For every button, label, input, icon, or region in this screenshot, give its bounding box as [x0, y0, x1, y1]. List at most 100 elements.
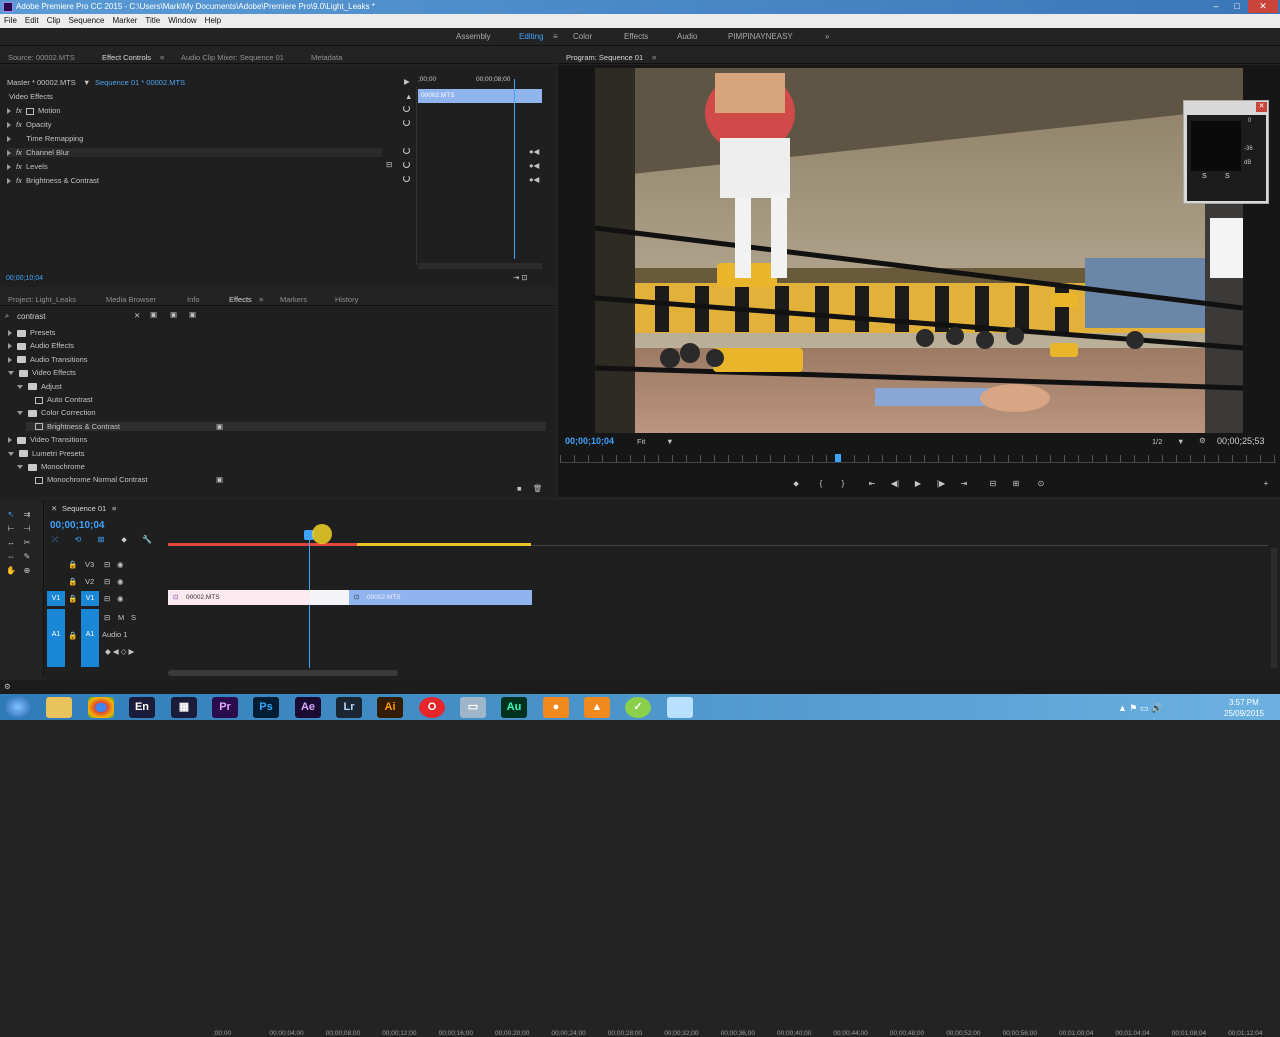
orange-app-icon[interactable]: ● [543, 697, 569, 718]
effects-tree-item[interactable]: Video Transitions [8, 435, 87, 444]
workspace-assembly[interactable]: Assembly [456, 32, 491, 41]
track-select-tool-icon[interactable]: ⇉ [22, 510, 32, 520]
play-button[interactable]: ▶ [913, 479, 923, 489]
effects-tree-item[interactable]: Monochrome [17, 462, 85, 471]
delete-icon[interactable]: 🗑 [533, 484, 543, 493]
expand-icon[interactable] [17, 411, 23, 416]
mark-out-button[interactable]: } [838, 479, 848, 489]
lock-icon[interactable]: 🔒 [68, 577, 77, 586]
encore-icon[interactable]: En [129, 697, 155, 718]
menu-window[interactable]: Window [164, 14, 200, 28]
track-v3-label[interactable]: V3 [85, 560, 94, 569]
reset-icon[interactable] [403, 105, 410, 112]
tab-effects[interactable]: Effects [229, 295, 252, 304]
tab-menu-icon[interactable]: ≡ [112, 504, 116, 513]
after-effects-icon[interactable]: Ae [295, 697, 321, 718]
effect-time-remapping[interactable]: Time Remapping [7, 134, 83, 143]
workspace-color[interactable]: Color [573, 32, 592, 41]
menu-marker[interactable]: Marker [109, 14, 142, 28]
accelerated-filter-icon[interactable]: ▣ [150, 310, 157, 319]
premiere-icon[interactable]: Pr [212, 697, 238, 718]
effects-tree-item[interactable]: Audio Effects [8, 341, 74, 350]
effects-tree-item[interactable]: Lumetri Presets [8, 449, 85, 458]
go-to-in-button[interactable]: ⇤ [867, 479, 877, 489]
rolling-edit-tool-icon[interactable]: ⊣ [22, 524, 32, 534]
effects-tree-item[interactable]: Color Correction [17, 408, 96, 417]
ec-clip-bar[interactable]: 00002.MTS [418, 89, 542, 103]
tab-media-browser[interactable]: Media Browser [106, 295, 156, 304]
clear-search-icon[interactable]: ✕ [134, 311, 140, 320]
tab-metadata[interactable]: Metadata [311, 53, 342, 62]
add-marker-button[interactable]: ⬥ [791, 479, 801, 489]
work-area-bar[interactable] [168, 543, 531, 546]
explorer-icon[interactable] [46, 697, 72, 718]
effects-tree-item[interactable]: Audio Transitions [8, 355, 88, 364]
export-frame-button[interactable]: ⊙ [1036, 479, 1046, 489]
32bit-filter-icon[interactable]: ▣ [170, 310, 177, 319]
source-patch-a1[interactable]: A1 [47, 609, 65, 667]
close-button[interactable]: ✕ [1248, 0, 1278, 13]
expand-icon[interactable] [8, 330, 12, 337]
clock-date[interactable]: 25/09/2015 [1224, 709, 1264, 718]
expand-icon[interactable] [7, 178, 11, 185]
reset-icon[interactable] [403, 147, 410, 154]
keyframe-nav-icon[interactable]: ◆ ◀ ◇ ▶ [105, 647, 134, 656]
settings-wrench-icon[interactable]: ⚙ [1199, 436, 1206, 445]
step-forward-button[interactable]: |▶ [936, 479, 946, 489]
tab-markers[interactable]: Markers [280, 295, 307, 304]
nest-icon[interactable]: ⊠ [96, 535, 106, 545]
window-icon[interactable]: ▭ [460, 697, 486, 718]
menu-title[interactable]: Title [141, 14, 164, 28]
extract-button[interactable]: ⊞ [1011, 479, 1021, 489]
audio-meter-window[interactable]: ✕ 0 -36 dB S S [1183, 100, 1269, 204]
tab-project[interactable]: Project: Light_Leaks [8, 295, 76, 304]
snap-icon[interactable]: ⤫ [50, 535, 60, 545]
blue-app-icon[interactable] [667, 697, 693, 718]
tab-info[interactable]: Info [187, 295, 200, 304]
workspace-overflow-icon[interactable]: » [825, 32, 829, 41]
expand-icon[interactable] [8, 451, 14, 456]
expand-icon[interactable] [7, 164, 11, 171]
expand-icon[interactable] [8, 371, 14, 376]
lock-icon[interactable]: 🔒 [68, 560, 77, 569]
sync-lock-icon[interactable]: ⊟ [104, 613, 110, 622]
master-clip-label[interactable]: Master * 00002.MTS [7, 78, 76, 87]
reset-icon[interactable] [403, 119, 410, 126]
photoshop-icon[interactable]: Ps [253, 697, 279, 718]
close-icon[interactable]: ✕ [1256, 102, 1267, 112]
sequence-timecode[interactable]: 00;00;10;04 [50, 520, 104, 531]
ec-playhead[interactable] [514, 79, 515, 259]
tab-effect-controls[interactable]: Effect Controls [102, 53, 151, 62]
button-editor-button[interactable]: + [1261, 479, 1271, 489]
expand-icon[interactable] [7, 108, 11, 115]
zoom-tool-icon[interactable]: ⊕ [22, 566, 32, 576]
lock-icon[interactable]: 🔒 [68, 631, 77, 640]
keyframe-nav-icon[interactable]: ●◀ [529, 161, 539, 170]
collapse-icon[interactable]: ▲ [405, 92, 412, 101]
selection-tool-icon[interactable]: ↖ [6, 510, 16, 520]
new-bin-icon[interactable]: ■ [517, 484, 522, 493]
solo-right-button[interactable]: S [1225, 173, 1230, 180]
marker-icon[interactable]: ⬥ [119, 535, 129, 545]
eye-icon[interactable]: ◉ [117, 560, 124, 569]
maximize-button[interactable]: □ [1227, 0, 1247, 13]
mark-in-button[interactable]: { [816, 479, 826, 489]
expand-icon[interactable] [8, 437, 12, 444]
zoom-select[interactable]: Fit ▼ [637, 437, 674, 446]
audition-icon[interactable]: Au [501, 697, 527, 718]
export-icon[interactable]: ⇥ ⊡ [513, 273, 528, 282]
tab-menu-icon[interactable]: ≡ [259, 295, 263, 304]
tab-menu-icon[interactable]: ≡ [160, 53, 164, 62]
effect-brightness-contrast[interactable]: fx Brightness & Contrast [7, 176, 99, 185]
mute-button[interactable]: M [118, 613, 124, 622]
hand-tool-icon[interactable]: ✋ [6, 566, 16, 576]
workspace-effects[interactable]: Effects [624, 32, 648, 41]
workspace-audio[interactable]: Audio [677, 32, 697, 41]
settings-icon[interactable]: ⊟ [386, 160, 392, 169]
ripple-edit-tool-icon[interactable]: ⊢ [6, 524, 16, 534]
expand-icon[interactable] [17, 384, 23, 389]
sequence-tab[interactable]: Sequence 01 [62, 504, 106, 513]
timeline-vscroll[interactable] [1271, 548, 1277, 668]
opera-icon[interactable]: O [419, 697, 445, 718]
expand-icon[interactable] [7, 150, 11, 157]
